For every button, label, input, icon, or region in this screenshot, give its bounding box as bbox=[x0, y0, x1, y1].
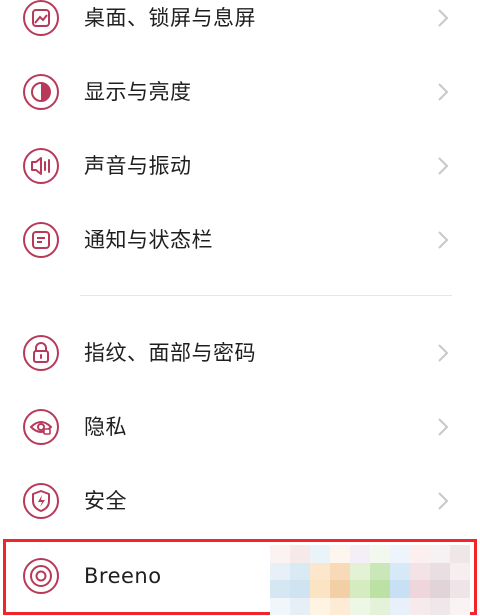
brightness-icon bbox=[22, 73, 60, 111]
notification-icon bbox=[22, 221, 60, 259]
settings-item-desktop-lockscreen[interactable]: 桌面、锁屏与息屏 bbox=[0, 0, 480, 55]
lock-icon bbox=[22, 334, 60, 372]
chevron-right-icon bbox=[436, 417, 450, 437]
settings-item-display-brightness[interactable]: 显示与亮度 bbox=[0, 55, 480, 129]
settings-item-label: 通知与状态栏 bbox=[84, 228, 213, 252]
watermark-mosaic bbox=[270, 545, 470, 615]
settings-item-privacy[interactable]: 隐私 bbox=[0, 390, 480, 464]
settings-item-label: 显示与亮度 bbox=[84, 80, 192, 104]
settings-item-fingerprint-face-password[interactable]: 指纹、面部与密码 bbox=[0, 316, 480, 390]
chevron-right-icon bbox=[436, 156, 450, 176]
security-bolt-icon bbox=[22, 482, 60, 520]
speaker-icon bbox=[22, 147, 60, 185]
settings-item-notification-statusbar[interactable]: 通知与状态栏 bbox=[0, 203, 480, 277]
chevron-right-icon bbox=[436, 8, 450, 28]
settings-item-security[interactable]: 安全 bbox=[0, 464, 480, 538]
chevron-right-icon bbox=[436, 343, 450, 363]
settings-item-label: 声音与振动 bbox=[84, 154, 192, 178]
section-divider bbox=[80, 295, 452, 296]
settings-item-label: 隐私 bbox=[84, 415, 127, 439]
chevron-right-icon bbox=[436, 491, 450, 511]
settings-item-sound-vibration[interactable]: 声音与振动 bbox=[0, 129, 480, 203]
settings-item-label: 指纹、面部与密码 bbox=[84, 341, 256, 365]
privacy-eye-icon bbox=[22, 408, 60, 446]
chevron-right-icon bbox=[436, 82, 450, 102]
wallpaper-icon bbox=[22, 0, 60, 37]
chevron-right-icon bbox=[436, 230, 450, 250]
settings-item-label: 安全 bbox=[84, 489, 127, 513]
settings-item-label: 桌面、锁屏与息屏 bbox=[84, 6, 256, 30]
